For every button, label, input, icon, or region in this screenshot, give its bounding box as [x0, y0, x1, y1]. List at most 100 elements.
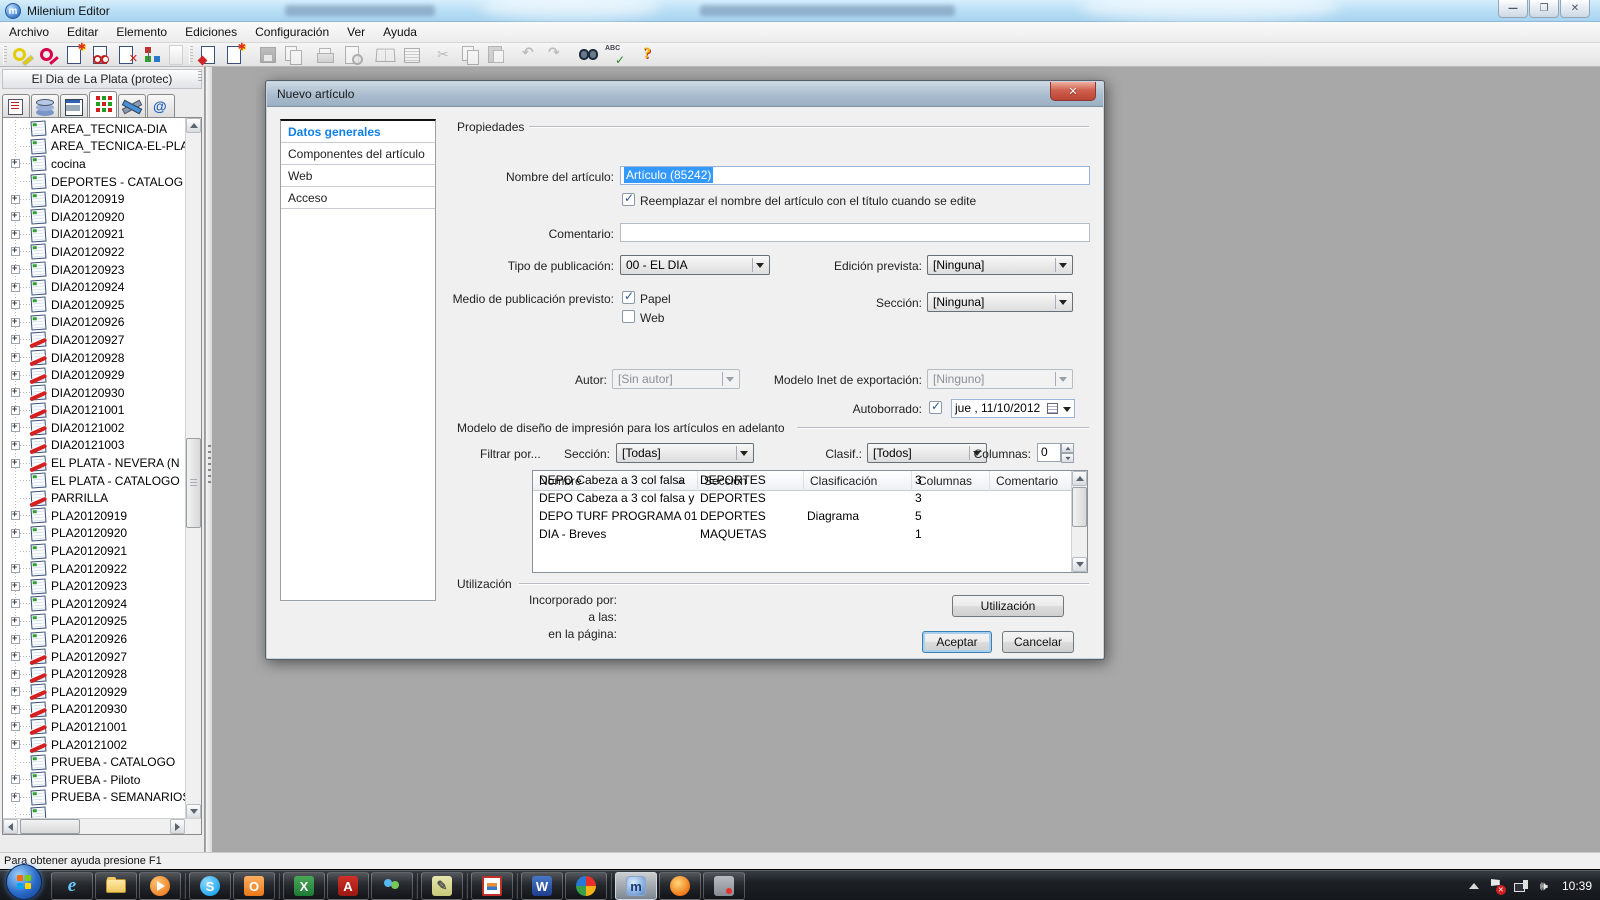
taskbar-app-button[interactable] [278, 873, 280, 899]
tree-expander[interactable] [11, 195, 20, 204]
comentario-input[interactable] [620, 223, 1090, 242]
tree-item[interactable]: PLA20121002 [3, 736, 185, 754]
sidebar-tab[interactable] [60, 94, 88, 117]
volume-icon[interactable]: 🕪 [1540, 878, 1548, 894]
taskbar-app-button[interactable] [610, 873, 612, 899]
taskbar-app-button[interactable] [416, 873, 418, 899]
scroll-down-button[interactable] [186, 804, 201, 819]
tree-expander[interactable] [11, 670, 20, 679]
tree-expander[interactable] [11, 423, 20, 432]
taskbar-app-button[interactable] [95, 872, 137, 900]
taskbar-app-button[interactable]: m [615, 872, 657, 900]
tree-expander[interactable] [11, 687, 20, 696]
table-row[interactable]: DEPO Cabeza a 3 col falsaDEPORTES3 [533, 471, 1087, 489]
dialog-nav-item[interactable]: Componentes del artículo [281, 143, 435, 165]
tree-item[interactable]: PLA20120929 [3, 683, 185, 701]
tree-expander[interactable] [11, 159, 20, 168]
toolbar-icon[interactable] [89, 44, 113, 66]
taskbar-app-button[interactable]: e [51, 872, 93, 900]
tree-expander[interactable] [11, 564, 20, 573]
sidebar-header-grip[interactable] [198, 71, 202, 83]
tree-item[interactable]: PLA20120920 [3, 525, 185, 543]
toolbar-icon[interactable] [485, 44, 509, 66]
toolbar-grip[interactable] [3, 46, 7, 64]
scroll-right-button[interactable] [170, 819, 185, 834]
menu-item[interactable]: Ediciones [176, 23, 246, 41]
taskbar-app-button[interactable] [471, 872, 513, 900]
tree-expander[interactable] [11, 212, 20, 221]
taskbar-app-button[interactable]: ✎ [421, 872, 463, 900]
toolbar-icon[interactable] [197, 44, 221, 66]
toolbar-icon[interactable] [374, 44, 398, 66]
tree-item[interactable]: DIA20120920 [3, 208, 185, 226]
tree-item[interactable]: DIA20121002 [3, 419, 185, 437]
toolbar-grip[interactable] [189, 46, 193, 64]
scroll-up-button[interactable] [1072, 471, 1087, 486]
tray-expand-icon[interactable] [1469, 883, 1479, 889]
tree-expander[interactable] [11, 722, 20, 731]
toolbar-icon[interactable] [459, 44, 483, 66]
tree-expander[interactable] [11, 441, 20, 450]
toolbar-icon[interactable] [223, 44, 247, 66]
sidebar-tab[interactable] [118, 94, 146, 117]
reemplazar-checkbox[interactable] [622, 193, 635, 206]
toolbar-icon[interactable] [115, 44, 139, 66]
tree-expander[interactable] [11, 459, 20, 468]
tree-expander[interactable] [11, 353, 20, 362]
tree-item[interactable]: PLA20121001 [3, 718, 185, 736]
tree-item[interactable]: PRUEBA - SEMANARIOS [3, 789, 185, 807]
tree-item[interactable]: DIA20120921 [3, 226, 185, 244]
taskbar-app-button[interactable] [371, 872, 413, 900]
toolbar-icon[interactable] [518, 44, 542, 66]
tree-item[interactable]: AREA_TECNICA-EL-PLA [3, 138, 185, 156]
tree-item[interactable]: PLA20120925 [3, 613, 185, 631]
toolbar-icon[interactable] [400, 44, 424, 66]
taskbar-app-button[interactable] [659, 872, 701, 900]
autoborrado-date-input[interactable]: jue , 11/10/2012 [951, 399, 1075, 418]
dialog-close-button[interactable]: ✕ [1050, 82, 1096, 101]
chevron-down-icon[interactable] [1063, 407, 1071, 412]
tree-expander[interactable] [11, 283, 20, 292]
clock[interactable]: 10:39 [1562, 879, 1592, 893]
menu-item[interactable]: Editar [58, 23, 107, 41]
tree-item[interactable]: DIA20120927 [3, 331, 185, 349]
tree-item[interactable]: PLA20120919 [3, 507, 185, 525]
tree-expander[interactable] [11, 406, 20, 415]
table-row[interactable]: DEPO Cabeza a 3 col falsa y cu...DEPORTE… [533, 489, 1087, 507]
scroll-thumb[interactable] [186, 438, 201, 528]
tree-item[interactable]: DIA20121001 [3, 402, 185, 420]
edicion-combo[interactable]: [Ninguna] [927, 255, 1073, 275]
tree-item[interactable]: cocina [3, 155, 185, 173]
taskbar-app-button[interactable] [466, 873, 468, 899]
tree-hscrollbar[interactable] [3, 818, 201, 834]
scroll-thumb[interactable] [20, 819, 80, 834]
tree-item[interactable]: DIA20120923 [3, 261, 185, 279]
toolbar-icon[interactable] [11, 44, 35, 66]
papel-checkbox[interactable] [622, 291, 635, 304]
filter-seccion-combo[interactable]: [Todas] [616, 443, 754, 463]
scroll-left-button[interactable] [3, 819, 18, 834]
menu-item[interactable]: Archivo [0, 23, 58, 41]
tree-item[interactable]: PLA20120930 [3, 701, 185, 719]
tree-item[interactable]: EL PLATA - CATALOGO [3, 472, 185, 490]
menu-item[interactable]: Elemento [107, 23, 176, 41]
tree-expander[interactable] [11, 247, 20, 256]
taskbar-app-button[interactable] [516, 873, 518, 899]
toolbar-icon[interactable] [63, 44, 87, 66]
toolbar-icon[interactable] [636, 44, 660, 66]
web-checkbox[interactable] [622, 310, 635, 323]
columnas-input[interactable]: 0 [1037, 443, 1061, 462]
tree-expander[interactable] [11, 652, 20, 661]
tree-item[interactable]: DIA20120924 [3, 278, 185, 296]
start-button[interactable] [6, 864, 42, 900]
taskbar-app-button[interactable] [565, 872, 607, 900]
tree-item[interactable]: DIA20121003 [3, 437, 185, 455]
taskbar-app-button[interactable]: X [283, 872, 325, 900]
action-center-icon[interactable] [1491, 879, 1502, 892]
taskbar-app-button[interactable] [184, 873, 186, 899]
tree-item[interactable]: DIA20120925 [3, 296, 185, 314]
tree-item[interactable]: DIA20120922 [3, 243, 185, 261]
tree-expander[interactable] [11, 617, 20, 626]
restore-button[interactable]: ❐ [1529, 0, 1559, 18]
tree-item[interactable]: DIA20120928 [3, 349, 185, 367]
